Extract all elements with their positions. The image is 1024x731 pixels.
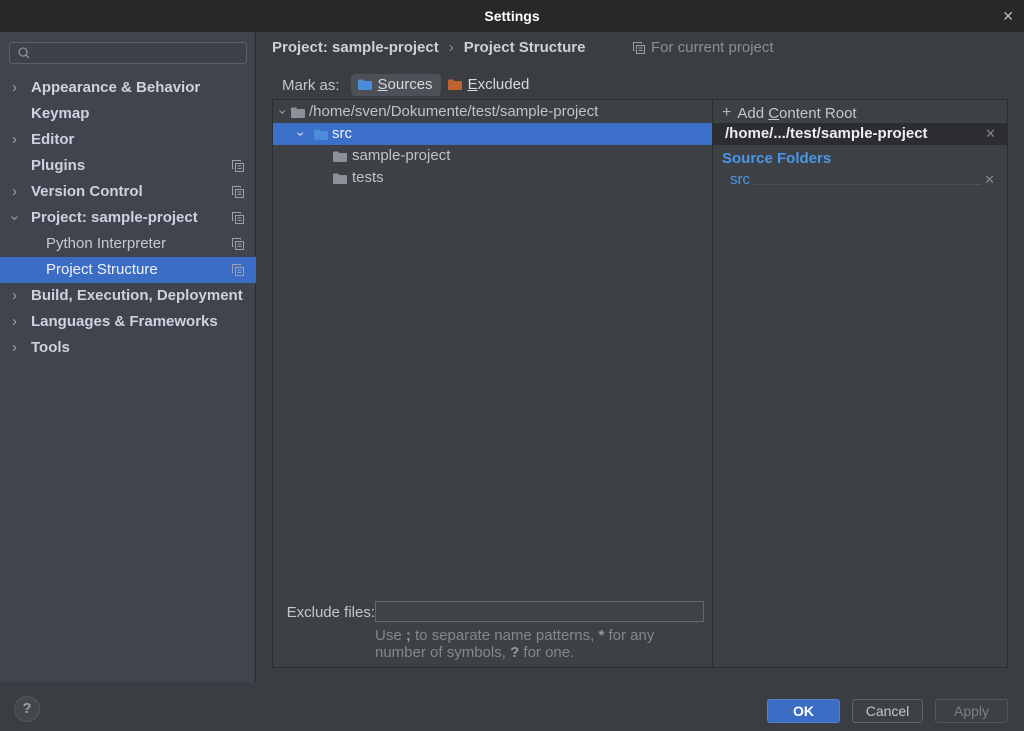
source-folder-icon: [357, 77, 373, 92]
breadcrumb: Project: sample-project › Project Struct…: [272, 39, 585, 56]
sidebar-item-project[interactable]: › Project: sample-project: [0, 205, 256, 231]
add-content-root-button[interactable]: + Add Content Root: [722, 104, 857, 122]
close-icon[interactable]: ✕: [1002, 0, 1014, 32]
help-button[interactable]: ?: [14, 696, 40, 722]
mark-excluded-button[interactable]: Excluded: [443, 74, 538, 96]
sidebar-item-appearance-behavior[interactable]: › Appearance & Behavior: [0, 75, 256, 101]
remove-source-folder-icon[interactable]: ✕: [984, 171, 995, 189]
project-structure-panel: › /home/sven/Dokumente/test/sample-proje…: [272, 99, 1008, 668]
source-folder-entry[interactable]: src ✕: [730, 170, 995, 189]
per-project-settings-icon: [231, 237, 245, 251]
per-project-settings-icon: [231, 185, 245, 199]
content-root-tree: › /home/sven/Dokumente/test/sample-proje…: [273, 100, 712, 667]
breadcrumb-project[interactable]: Project: sample-project: [272, 39, 439, 56]
apply-button[interactable]: Apply: [935, 699, 1008, 723]
source-folders-title: Source Folders: [722, 150, 831, 167]
chevron-right-icon: ›: [12, 179, 17, 205]
search-icon: [17, 46, 31, 60]
remove-content-root-icon[interactable]: ✕: [985, 123, 996, 145]
exclude-files-hint: Use ; to separate name patterns, * for a…: [375, 627, 709, 661]
tree-row-src[interactable]: › src: [273, 123, 712, 145]
sidebar-item-tools[interactable]: › Tools: [0, 335, 256, 361]
sidebar-item-version-control[interactable]: › Version Control: [0, 179, 256, 205]
content-root-header[interactable]: /home/.../test/sample-project ✕: [713, 123, 1007, 145]
chevron-right-icon: ›: [12, 335, 17, 361]
dotted-leader: [753, 184, 981, 185]
folder-icon: [332, 171, 348, 186]
plus-icon: +: [722, 104, 731, 122]
source-folder-path[interactable]: src: [730, 171, 750, 189]
sidebar-item-build-execution-deployment[interactable]: › Build, Execution, Deployment: [0, 283, 256, 309]
tree-row-tests[interactable]: tests: [273, 167, 712, 189]
mark-sources-button[interactable]: Sources: [351, 74, 441, 96]
sidebar-item-languages-frameworks[interactable]: › Languages & Frameworks: [0, 309, 256, 335]
mark-as-label: Mark as:: [282, 77, 340, 94]
mark-as-toolbar: Mark as: Sources Excluded: [282, 73, 537, 97]
source-folder-icon: [313, 127, 329, 142]
search-input[interactable]: [9, 42, 247, 64]
chevron-down-icon[interactable]: ›: [290, 132, 312, 137]
folder-icon: [332, 149, 348, 164]
page-title: Project Structure: [464, 39, 586, 56]
chevron-right-icon: ›: [12, 127, 17, 153]
content-root-options: + Add Content Root /home/.../test/sample…: [712, 100, 1007, 667]
tree-row-content-root[interactable]: › /home/sven/Dokumente/test/sample-proje…: [273, 101, 712, 123]
settings-dialog: Settings ✕ › Appearance & Behavior Keyma…: [0, 0, 1024, 731]
excluded-folder-icon: [447, 77, 463, 92]
folder-icon: [290, 105, 306, 120]
exclude-files-label: Exclude files:: [280, 604, 375, 621]
chevron-right-icon: ›: [12, 75, 17, 101]
settings-sidebar: › Appearance & Behavior Keymap › Editor …: [0, 32, 256, 682]
sidebar-item-python-interpreter[interactable]: Python Interpreter: [0, 231, 256, 257]
title-bar: Settings ✕: [0, 0, 1024, 32]
dialog-title: Settings: [0, 0, 1024, 32]
tree-row-sample-project[interactable]: sample-project: [273, 145, 712, 167]
per-project-settings-icon: [231, 159, 245, 173]
content-root-path: /home/.../test/sample-project: [725, 123, 928, 145]
per-project-settings-icon: [632, 41, 646, 55]
chevron-right-icon: ›: [12, 283, 17, 309]
sidebar-item-editor[interactable]: › Editor: [0, 127, 256, 153]
chevron-down-icon: ›: [2, 216, 28, 221]
exclude-files-input[interactable]: [375, 601, 704, 622]
per-project-settings-icon: [231, 211, 245, 225]
chevron-right-icon: ›: [12, 309, 17, 335]
breadcrumb-separator: ›: [449, 39, 454, 56]
context-note: For current project: [632, 39, 774, 56]
sidebar-item-plugins[interactable]: Plugins: [0, 153, 256, 179]
sidebar-item-keymap[interactable]: Keymap: [0, 101, 256, 127]
per-project-settings-icon: [231, 263, 245, 277]
ok-button[interactable]: OK: [767, 699, 840, 723]
cancel-button[interactable]: Cancel: [852, 699, 923, 723]
sidebar-item-project-structure[interactable]: Project Structure: [0, 257, 256, 283]
